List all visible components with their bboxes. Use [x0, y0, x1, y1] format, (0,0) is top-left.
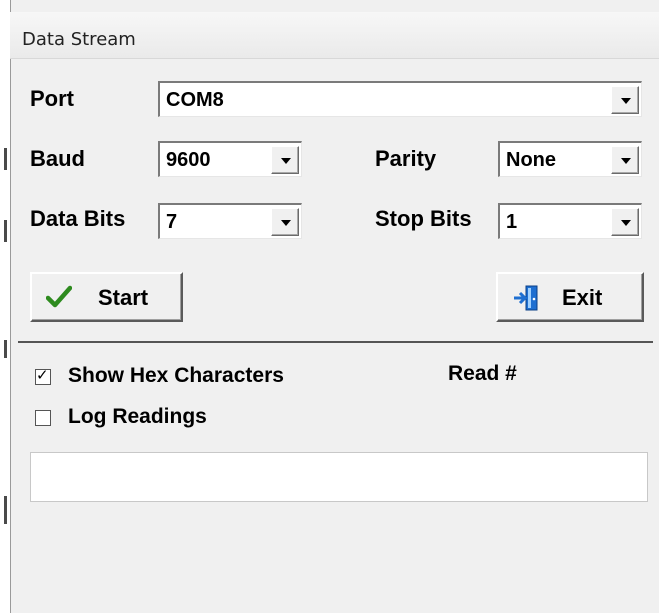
readout-field[interactable]: [30, 452, 648, 502]
window-title: Data Stream: [22, 29, 136, 50]
baud-select[interactable]: 9600: [158, 141, 302, 177]
show-hex-checkbox[interactable]: ✓: [35, 366, 51, 385]
data-bits-select[interactable]: 7: [158, 203, 302, 239]
title-bar[interactable]: Data Stream: [10, 12, 659, 59]
exit-door-icon: [512, 284, 542, 317]
checkmark-icon: [45, 285, 73, 314]
chevron-down-icon[interactable]: [611, 86, 639, 114]
exit-button-label: Exit: [562, 285, 603, 310]
show-hex-label[interactable]: Show Hex Characters: [68, 364, 284, 388]
start-button-label: Start: [98, 285, 149, 310]
parity-label: Parity: [375, 146, 437, 171]
background-window-edge: [0, 0, 10, 613]
start-button[interactable]: Start: [30, 272, 183, 322]
chevron-down-icon[interactable]: [611, 146, 639, 174]
parity-select[interactable]: None: [498, 141, 642, 177]
edge-mark: [4, 148, 7, 170]
check-mark-icon: ✓: [36, 366, 49, 384]
log-readings-checkbox[interactable]: [35, 410, 51, 426]
data-bits-value: 7: [166, 211, 178, 233]
edge-mark: [4, 340, 7, 358]
stop-bits-select[interactable]: 1: [498, 203, 642, 239]
port-select[interactable]: COM8: [158, 81, 642, 117]
exit-button[interactable]: Exit: [496, 272, 644, 322]
port-label: Port: [30, 86, 74, 111]
edge-mark: [4, 220, 7, 242]
chevron-down-icon[interactable]: [611, 208, 639, 236]
baud-value: 9600: [166, 149, 211, 171]
data-bits-label: Data Bits: [30, 206, 126, 231]
baud-label: Baud: [30, 146, 85, 171]
parity-value: None: [506, 149, 556, 171]
divider: [18, 341, 653, 343]
log-readings-label[interactable]: Log Readings: [68, 405, 207, 429]
read-count-label: Read #: [448, 362, 517, 385]
stop-bits-value: 1: [506, 211, 518, 233]
chevron-down-icon[interactable]: [271, 146, 299, 174]
stop-bits-label: Stop Bits: [375, 206, 472, 231]
port-value: COM8: [166, 89, 224, 111]
edge-mark: [4, 496, 7, 524]
chevron-down-icon[interactable]: [271, 208, 299, 236]
